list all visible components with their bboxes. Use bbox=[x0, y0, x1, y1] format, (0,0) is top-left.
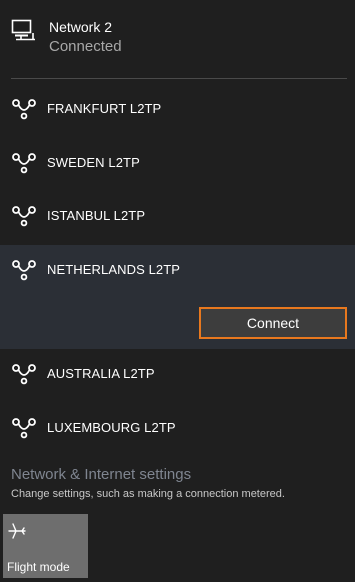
vpn-icon bbox=[12, 364, 36, 385]
flight-mode-label: Flight mode bbox=[7, 560, 70, 574]
vpn-icon bbox=[12, 153, 36, 174]
vpn-item-netherlands[interactable]: NETHERLANDS L2TP Connect bbox=[0, 245, 355, 349]
vpn-label: NETHERLANDS L2TP bbox=[47, 262, 181, 277]
vpn-item-luxembourg[interactable]: LUXEMBOURG L2TP bbox=[0, 403, 355, 457]
airplane-icon bbox=[8, 523, 26, 539]
vpn-item-frankfurt[interactable]: FRANKFURT L2TP bbox=[0, 84, 355, 138]
vpn-item-sweden[interactable]: SWEDEN L2TP bbox=[0, 138, 355, 192]
desktop-network-icon bbox=[11, 19, 35, 41]
vpn-icon bbox=[12, 418, 36, 439]
network-status-text: Connected bbox=[49, 38, 122, 55]
vpn-item-australia[interactable]: AUSTRALIA L2TP bbox=[0, 349, 355, 403]
flight-mode-tile[interactable]: Flight mode bbox=[3, 514, 88, 578]
network-settings-link[interactable]: Network & Internet settings bbox=[11, 466, 191, 483]
vpn-label: LUXEMBOURG L2TP bbox=[47, 420, 176, 435]
network-name: Network 2 bbox=[49, 19, 113, 35]
divider bbox=[11, 78, 347, 79]
vpn-label: ISTANBUL L2TP bbox=[47, 208, 146, 223]
network-settings-description: Change settings, such as making a connec… bbox=[11, 488, 285, 500]
vpn-label: FRANKFURT L2TP bbox=[47, 101, 162, 116]
vpn-label: AUSTRALIA L2TP bbox=[47, 366, 155, 381]
network-status[interactable]: Network 2 Connected bbox=[0, 0, 355, 76]
vpn-item-istanbul[interactable]: ISTANBUL L2TP bbox=[0, 191, 355, 245]
vpn-icon bbox=[12, 206, 36, 227]
vpn-label: SWEDEN L2TP bbox=[47, 155, 140, 170]
connect-button[interactable]: Connect bbox=[199, 307, 347, 339]
vpn-icon bbox=[12, 99, 36, 120]
vpn-icon bbox=[12, 260, 36, 281]
